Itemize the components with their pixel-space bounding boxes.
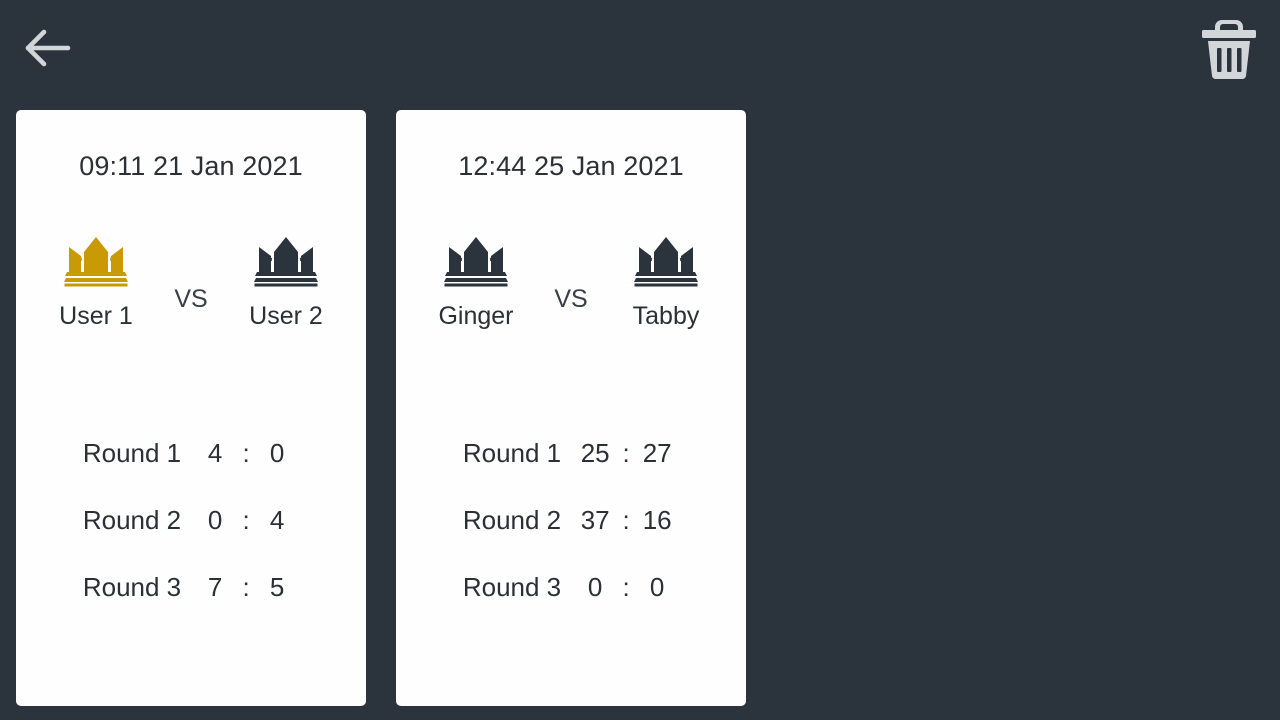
player-name: Tabby bbox=[632, 302, 700, 330]
crown-icon bbox=[633, 235, 699, 287]
vs-label: VS bbox=[554, 285, 588, 313]
round-score-player-two: 16 bbox=[642, 505, 672, 535]
round-label: Round 2 bbox=[82, 505, 182, 535]
round-score-separator: : bbox=[622, 505, 630, 535]
round-row: Round 3 0 : 0 bbox=[396, 572, 746, 639]
round-row: Round 2 37 : 16 bbox=[396, 505, 746, 572]
player-name: User 2 bbox=[249, 302, 323, 330]
trash-icon bbox=[1202, 20, 1256, 80]
match-history-list: 09:11 21 Jan 2021 User 1 VS User 2 Round… bbox=[16, 110, 746, 706]
round-score-player-one: 0 bbox=[587, 572, 603, 602]
round-label: Round 3 bbox=[82, 572, 182, 602]
round-score-player-two: 0 bbox=[649, 572, 665, 602]
round-score-separator: : bbox=[622, 572, 630, 602]
round-row: Round 3 7 : 5 bbox=[16, 572, 366, 639]
player-one: User 1 bbox=[32, 235, 160, 331]
round-score-player-one: 25 bbox=[580, 438, 610, 468]
players-row: User 1 VS User 2 bbox=[16, 235, 366, 355]
round-score-player-two: 5 bbox=[269, 572, 285, 602]
player-two: Tabby bbox=[602, 235, 730, 331]
round-score-separator: : bbox=[242, 438, 250, 468]
round-score-player-two: 4 bbox=[269, 505, 285, 535]
player-name: Ginger bbox=[438, 302, 514, 330]
round-row: Round 1 25 : 27 bbox=[396, 438, 746, 505]
round-score-player-one: 7 bbox=[207, 572, 223, 602]
vs-label: VS bbox=[174, 285, 208, 313]
crown-icon bbox=[253, 235, 319, 287]
crown-icon bbox=[443, 235, 509, 287]
crown-icon bbox=[63, 235, 129, 287]
match-date: 09:11 21 Jan 2021 bbox=[79, 151, 303, 181]
round-label: Round 2 bbox=[462, 505, 562, 535]
round-score-separator: : bbox=[242, 505, 250, 535]
round-score-separator: : bbox=[242, 572, 250, 602]
delete-button[interactable] bbox=[1196, 14, 1262, 82]
round-score-player-one: 4 bbox=[207, 438, 223, 468]
rounds-list: Round 1 4 : 0 Round 2 0 : 4 Round 3 7 : … bbox=[16, 438, 366, 639]
round-label: Round 1 bbox=[462, 438, 562, 468]
player-name: User 1 bbox=[59, 302, 133, 330]
round-score-player-two: 0 bbox=[269, 438, 285, 468]
round-score-player-one: 37 bbox=[580, 505, 610, 535]
player-two: User 2 bbox=[222, 235, 350, 331]
players-row: Ginger VS Tabby bbox=[396, 235, 746, 355]
arrow-left-icon bbox=[25, 29, 71, 67]
round-row: Round 2 0 : 4 bbox=[16, 505, 366, 572]
match-card[interactable]: 12:44 25 Jan 2021 Ginger VS Tabby Round … bbox=[396, 110, 746, 706]
round-score-player-two: 27 bbox=[642, 438, 672, 468]
round-label: Round 3 bbox=[462, 572, 562, 602]
round-label: Round 1 bbox=[82, 438, 182, 468]
round-row: Round 1 4 : 0 bbox=[16, 438, 366, 505]
match-card[interactable]: 09:11 21 Jan 2021 User 1 VS User 2 Round… bbox=[16, 110, 366, 706]
match-date: 12:44 25 Jan 2021 bbox=[458, 151, 684, 181]
round-score-separator: : bbox=[622, 438, 630, 468]
top-app-bar bbox=[0, 0, 1280, 96]
player-one: Ginger bbox=[412, 235, 540, 331]
rounds-list: Round 1 25 : 27 Round 2 37 : 16 Round 3 … bbox=[396, 438, 746, 639]
round-score-player-one: 0 bbox=[207, 505, 223, 535]
back-button[interactable] bbox=[18, 20, 78, 76]
